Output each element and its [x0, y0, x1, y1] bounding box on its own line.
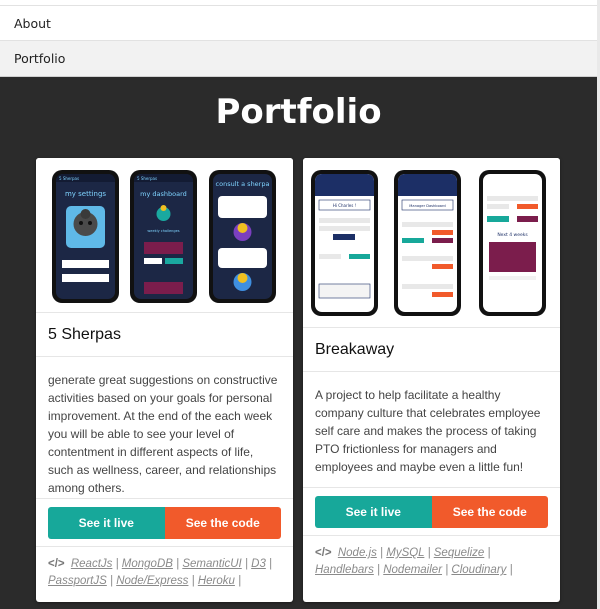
svg-text:my settings: my settings: [65, 190, 106, 198]
code-icon: </>: [48, 558, 65, 570]
dashboard-screen-art: 5 Sherpas my dashboard weekly challenges: [134, 174, 193, 294]
project-card-breakaway: Hi Charles ! Manager Dashboard Next 4 we…: [303, 158, 560, 602]
project-description: A project to help facilitate a healthy c…: [303, 372, 560, 488]
phone-mockup-manager: Manager Dashboard: [394, 170, 461, 316]
tech-link[interactable]: Sequelize: [434, 547, 485, 559]
phone-mockup-calendar: Next 4 weeks: [479, 170, 546, 316]
phone-screen: Hi Charles !: [315, 174, 374, 312]
tech-link[interactable]: Handlebars: [315, 564, 374, 576]
calendar-screen-art: Next 4 weeks: [487, 196, 538, 280]
tech-link[interactable]: Cloudinary: [451, 564, 506, 576]
phone-mockup-dashboard: 5 Sherpas my dashboard weekly challenges: [130, 170, 197, 303]
tech-link[interactable]: MySQL: [386, 547, 424, 559]
svg-text:5 Sherpas: 5 Sherpas: [59, 176, 79, 181]
page-title: Portfolio: [215, 92, 382, 132]
svg-text:my dashboard: my dashboard: [140, 190, 187, 198]
project-actions: See it live See the code: [315, 496, 548, 528]
project-card-5-sherpas: 5 Sherpas my settings 5 Sherpas my dashb…: [36, 158, 293, 602]
svg-text:weekly challenges: weekly challenges: [147, 229, 179, 233]
manager-screen-art: Manager Dashboard: [398, 174, 457, 297]
project-actions: See it live See the code: [48, 507, 281, 539]
consult-screen-art: consult a sherpa: [216, 180, 270, 291]
svg-text:Next 4 weeks: Next 4 weeks: [497, 232, 528, 238]
tech-link[interactable]: Node/Express: [116, 575, 188, 587]
tech-link[interactable]: SemanticUI: [182, 558, 241, 570]
project-title: 5 Sherpas: [36, 313, 293, 357]
tech-stack: </> ReactJs | MongoDB | SemanticUI | D3 …: [48, 558, 273, 587]
tech-link[interactable]: Heroku: [198, 575, 235, 587]
project-screenshots: Hi Charles ! Manager Dashboard Next 4 we…: [303, 158, 560, 328]
settings-screen-art: 5 Sherpas my settings: [56, 174, 115, 282]
phone-screen: 5 Sherpas my settings: [56, 174, 115, 299]
tech-link[interactable]: Node.js: [338, 547, 377, 559]
divider: [36, 539, 293, 547]
code-icon: </>: [315, 547, 332, 559]
tech-link[interactable]: PassportJS: [48, 575, 107, 587]
phone-mockup-consult: consult a sherpa: [209, 170, 276, 303]
see-the-code-button[interactable]: See the code: [164, 507, 281, 539]
employee-screen-art: Hi Charles !: [315, 174, 374, 299]
tech-link[interactable]: MongoDB: [122, 558, 173, 570]
svg-text:Hi Charles !: Hi Charles !: [333, 203, 356, 208]
navbar: About Portfolio: [0, 0, 597, 77]
phone-screen: 5 Sherpas my dashboard weekly challenges: [134, 174, 193, 299]
tech-link[interactable]: Nodemailer: [383, 564, 442, 576]
tech-link[interactable]: D3: [251, 558, 266, 570]
see-it-live-button[interactable]: See it live: [315, 496, 432, 528]
nav-item-portfolio[interactable]: Portfolio: [0, 41, 597, 76]
nav-item-about[interactable]: About: [0, 6, 597, 41]
svg-text:consult a sherpa: consult a sherpa: [216, 180, 270, 188]
tech-link[interactable]: ReactJs: [71, 558, 113, 570]
see-the-code-button[interactable]: See the code: [431, 496, 548, 528]
project-title: Breakaway: [303, 328, 560, 372]
tech-stack: </> Node.js | MySQL | Sequelize | Handle…: [315, 547, 513, 576]
project-description: generate great suggestions on constructi…: [36, 357, 293, 499]
svg-text:5 Sherpas: 5 Sherpas: [137, 176, 157, 181]
project-screenshots: 5 Sherpas my settings 5 Sherpas my dashb…: [36, 158, 293, 313]
svg-text:Manager Dashboard: Manager Dashboard: [409, 204, 445, 208]
phone-mockup-employee: Hi Charles !: [311, 170, 378, 316]
phone-screen: Manager Dashboard: [398, 174, 457, 312]
phone-mockup-settings: 5 Sherpas my settings: [52, 170, 119, 303]
see-it-live-button[interactable]: See it live: [48, 507, 165, 539]
divider: [303, 528, 560, 536]
phone-screen: Next 4 weeks: [483, 174, 542, 312]
phone-screen: consult a sherpa: [213, 174, 272, 299]
